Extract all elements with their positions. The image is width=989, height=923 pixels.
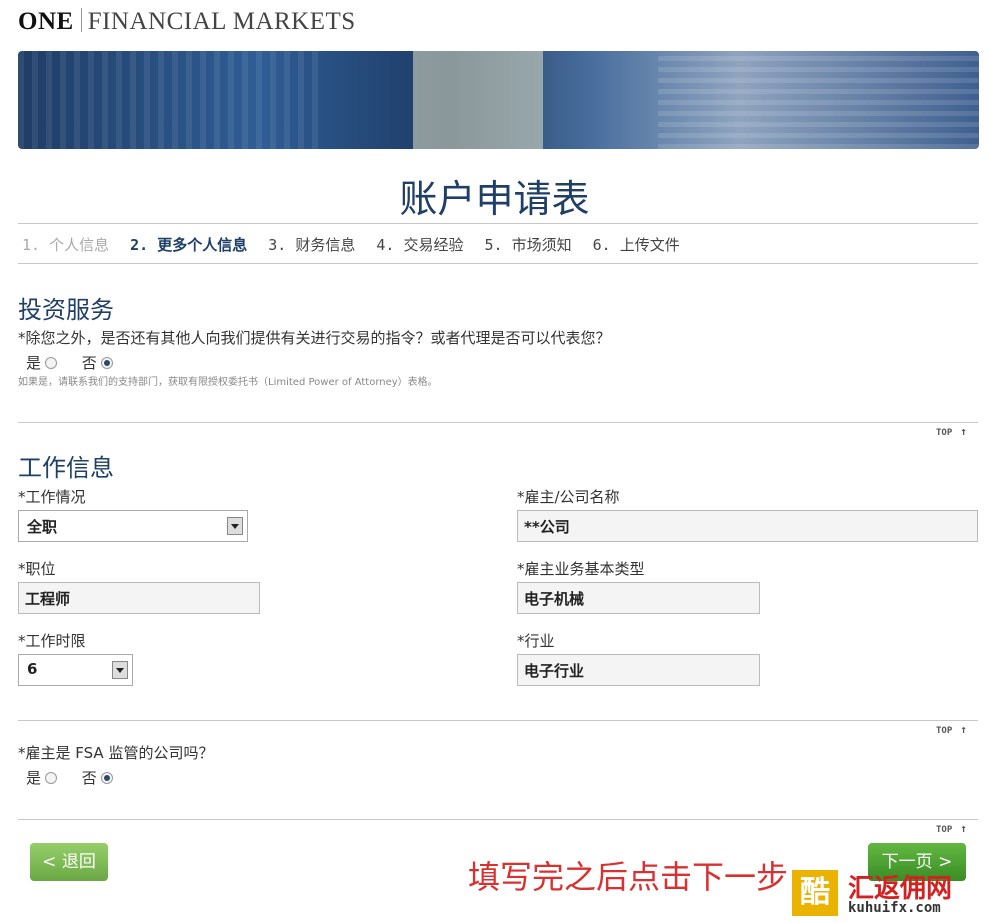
authorized-trader-no-radio[interactable] <box>100 357 113 369</box>
arrow-up-icon: ↑ <box>960 425 967 438</box>
step-5: 5. 市场须知 <box>484 236 572 254</box>
employment-duration-label: *工作时限 <box>18 632 86 650</box>
divider <box>18 819 978 820</box>
logo-financial-markets: FINANCIAL MARKETS <box>87 8 356 35</box>
divider <box>18 223 978 224</box>
fsa-yes-radio[interactable] <box>45 772 58 784</box>
poa-note: 如果是，请联系我们的支持部门，获取有限授权委托书（Limited Power o… <box>18 377 438 388</box>
business-type-input[interactable]: 电子机械 <box>517 582 760 614</box>
step-6: 6. 上传文件 <box>592 236 680 254</box>
back-button[interactable]: < 退回 <box>30 843 108 881</box>
watermark-logo: 酷 汇返佣网 kuhuifx.com <box>792 866 980 918</box>
industry-label: *行业 <box>517 632 555 650</box>
employment-duration-select[interactable]: 6 <box>18 654 133 686</box>
investment-section-title: 投资服务 <box>18 296 114 324</box>
work-section-title: 工作信息 <box>18 454 114 482</box>
instruction-annotation: 填写完之后点击下一步 <box>468 858 789 896</box>
arrow-up-icon: ↑ <box>960 723 967 736</box>
authorized-trader-no-option[interactable]: 否 <box>82 354 113 372</box>
divider <box>18 263 978 264</box>
employment-status-select[interactable]: 全职 <box>18 510 248 542</box>
industry-input[interactable]: 电子行业 <box>517 654 760 686</box>
back-to-top-link[interactable]: TOP ↑ <box>936 425 967 438</box>
position-label: *职位 <box>18 560 56 578</box>
authorized-trader-yes-radio[interactable] <box>45 357 58 369</box>
step-4: 4. 交易经验 <box>376 236 464 254</box>
employer-name-label: *雇主/公司名称 <box>517 488 620 506</box>
fsa-radio-group: 是 否 <box>26 767 133 788</box>
logo-divider <box>80 8 82 32</box>
authorized-trader-question: *除您之外，是否还有其他人向我们提供有关进行交易的指令？或者代理是否可以代表您？ <box>18 329 611 347</box>
step-progress-bar: 1. 个人信息 2. 更多个人信息 3. 财务信息 4. 交易经验 5. 市场须… <box>22 234 692 255</box>
back-to-top-link[interactable]: TOP ↑ <box>936 723 967 736</box>
position-input[interactable]: 工程师 <box>18 582 260 614</box>
divider <box>18 422 978 423</box>
authorized-trader-yes-option[interactable]: 是 <box>26 354 58 372</box>
fsa-yes-option[interactable]: 是 <box>26 769 58 787</box>
step-3: 3. 财务信息 <box>268 236 356 254</box>
chevron-down-icon[interactable] <box>112 661 128 679</box>
fsa-no-option[interactable]: 否 <box>82 769 113 787</box>
header-banner-image <box>18 51 979 149</box>
step-2: 2. 更多个人信息 <box>130 236 248 254</box>
employment-status-label: *工作情况 <box>18 488 86 506</box>
logo: ONE FINANCIAL MARKETS <box>18 8 356 36</box>
logo-one: ONE <box>18 8 74 35</box>
authorized-trader-radio-group: 是 否 <box>26 352 133 373</box>
fsa-no-radio[interactable] <box>100 772 113 784</box>
arrow-up-icon: ↑ <box>960 822 967 835</box>
business-type-label: *雇主业务基本类型 <box>517 560 645 578</box>
back-to-top-link[interactable]: TOP ↑ <box>936 822 967 835</box>
fsa-question: *雇主是 FSA 监管的公司吗？ <box>18 744 214 762</box>
employer-name-input[interactable]: **公司 <box>517 510 978 542</box>
page-title: 账户申请表 <box>399 177 590 221</box>
divider <box>18 720 978 721</box>
watermark-glyph: 酷 <box>792 870 838 916</box>
chevron-down-icon[interactable] <box>227 517 243 535</box>
step-1: 1. 个人信息 <box>22 236 110 254</box>
watermark-url-text: kuhuifx.com <box>848 900 941 916</box>
